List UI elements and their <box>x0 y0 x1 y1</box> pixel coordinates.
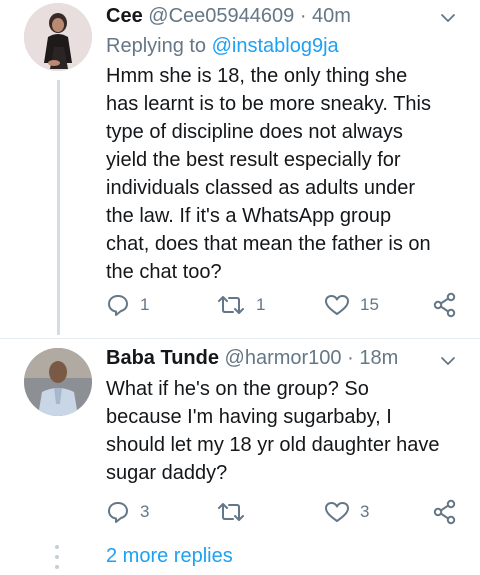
user-avatar-man-icon <box>24 348 92 416</box>
thread-dots <box>55 545 61 575</box>
tweet-text-line: has learnt is to be more sneaky. This <box>106 93 431 115</box>
user-handle[interactable]: @harmor100 <box>225 347 342 369</box>
reply-count: 1 <box>140 295 150 314</box>
separator-dot: · <box>347 347 354 369</box>
tweet-text-line: Hmm she is 18, the only thing she <box>106 65 408 87</box>
thread-line <box>57 80 60 335</box>
tweet-text-line: chat, does that mean the father is on <box>106 233 431 255</box>
timestamp[interactable]: 40m <box>312 5 351 27</box>
tweet-text-line: What if he's on the group? So <box>106 378 369 400</box>
retweet-button[interactable]: 1 <box>216 290 265 320</box>
tweet-text-line: the law. If it's a WhatsApp group <box>106 205 392 227</box>
reply-count: 3 <box>140 502 150 521</box>
reply-button[interactable]: 3 <box>106 497 149 527</box>
tweet-actions: 3 3 <box>106 497 466 527</box>
tweet-actions: 1 1 15 <box>106 290 466 320</box>
tweet-text-line: sugar daddy? <box>106 462 228 484</box>
share-button[interactable] <box>432 290 458 320</box>
tweet-header: Cee @Cee05944609 · 40m <box>106 3 460 29</box>
display-name[interactable]: Cee <box>106 5 143 27</box>
retweet-button[interactable] <box>216 497 256 527</box>
replying-prefix: Replying to <box>106 35 212 57</box>
replying-to: Replying to @instablog9ja <box>106 33 339 59</box>
user-avatar-woman-icon <box>24 3 92 71</box>
avatar[interactable] <box>24 348 92 416</box>
reply-icon <box>108 502 128 523</box>
like-count: 3 <box>360 502 370 521</box>
share-button[interactable] <box>432 497 458 527</box>
retweet-icon <box>218 296 244 314</box>
tweet-text: What if he's on the group? So because I'… <box>106 375 466 487</box>
avatar[interactable] <box>24 3 92 71</box>
tweet-text-line: the chat too? <box>106 261 222 283</box>
more-replies-link[interactable]: 2 more replies <box>106 545 233 568</box>
tweet-text-line: type of discipline does not always <box>106 121 403 143</box>
reply-icon <box>108 295 128 316</box>
user-handle[interactable]: @Cee05944609 <box>148 5 294 27</box>
tweet-baba-tunde[interactable]: Baba Tunde @harmor100 · 18m What if he's… <box>0 339 480 529</box>
display-name[interactable]: Baba Tunde <box>106 347 219 369</box>
retweet-icon <box>218 503 244 521</box>
retweet-count: 1 <box>256 295 266 314</box>
tweet-text: Hmm she is 18, the only thing she has le… <box>106 62 466 286</box>
chevron-down-icon[interactable] <box>440 10 456 26</box>
heart-icon <box>325 502 349 522</box>
tweet-text-line: should let my 18 yr old daughter have <box>106 434 440 456</box>
separator-dot: · <box>299 5 307 27</box>
tweet-header: Baba Tunde @harmor100 · 18m <box>106 345 460 371</box>
reply-button[interactable]: 1 <box>106 290 149 320</box>
share-icon <box>433 499 456 525</box>
like-count: 15 <box>360 295 379 314</box>
like-button[interactable]: 15 <box>324 290 379 320</box>
heart-icon <box>325 295 349 315</box>
replying-to-mention[interactable]: @instablog9ja <box>212 35 339 57</box>
timestamp[interactable]: 18m <box>359 347 398 369</box>
chevron-down-icon[interactable] <box>440 353 456 369</box>
tweet-cee[interactable]: Cee @Cee05944609 · 40m Replying to @inst… <box>0 0 480 335</box>
like-button[interactable]: 3 <box>324 497 369 527</box>
tweet-text-line: because I'm having sugarbaby, I <box>106 406 392 428</box>
tweet-text-line: yield the best result especially for <box>106 149 401 171</box>
share-icon <box>433 292 456 318</box>
tweet-text-line: individuals classed as adults under <box>106 177 416 199</box>
